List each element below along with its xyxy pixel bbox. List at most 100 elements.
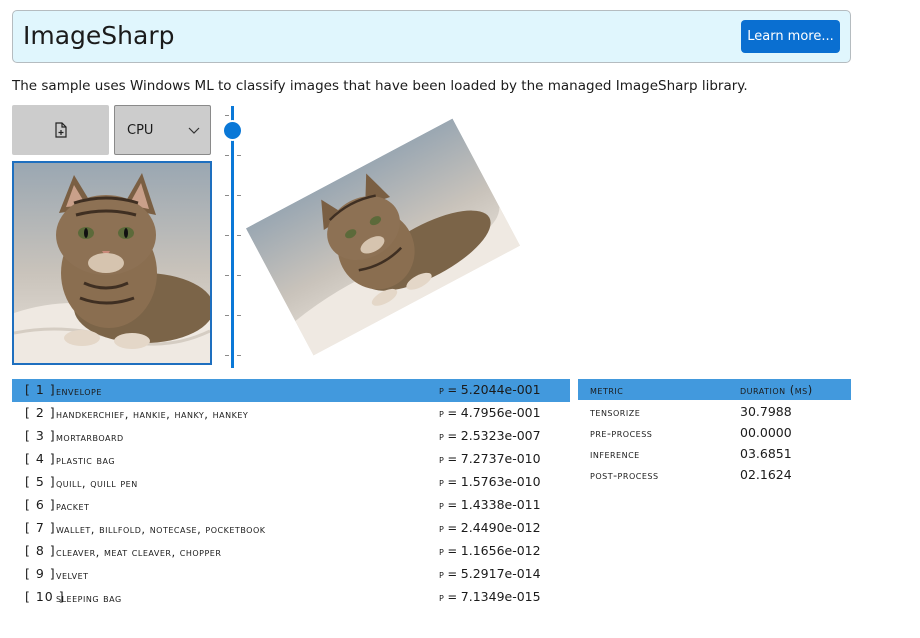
rotation-slider[interactable] — [222, 106, 246, 368]
metric-row: tensorize 30.7988 — [578, 400, 851, 421]
result-row[interactable]: [ 7 ] wallet, billfold, notecase, pocketb… — [12, 517, 570, 540]
prob-prefix: p = — [439, 452, 461, 466]
result-row[interactable]: [ 3 ] mortarboard p = 2.5323e-007 — [12, 425, 570, 448]
metric-duration: 00.0000 — [740, 425, 792, 440]
metric-column-header: metric — [590, 383, 624, 397]
result-label: plastic bag — [56, 453, 116, 467]
prob-value: 2.4490e-012 — [460, 520, 541, 535]
open-file-button[interactable] — [12, 105, 109, 155]
prob-prefix: p = — [439, 475, 461, 489]
prob-value: 1.4338e-011 — [460, 497, 541, 512]
slider-tick — [237, 195, 241, 196]
open-file-icon — [55, 122, 67, 138]
prob-prefix: p = — [439, 498, 461, 512]
result-probability: p = 1.5763e-010 — [439, 474, 541, 489]
result-rank: [ 6 ] — [25, 497, 56, 512]
slider-tick — [237, 235, 241, 236]
result-rank: [ 3 ] — [25, 428, 56, 443]
result-label: quill, quill pen — [56, 476, 138, 490]
slider-tick — [237, 315, 241, 316]
result-label: handkerchief, hankie, hanky, hankey — [56, 407, 249, 421]
result-row[interactable]: [ 6 ] packet p = 1.4338e-011 — [12, 494, 570, 517]
slider-tick — [237, 355, 241, 356]
result-rank: [ 4 ] — [25, 451, 56, 466]
tabby-cat-photo — [14, 163, 210, 363]
prob-prefix: p = — [439, 567, 461, 581]
result-probability: p = 1.4338e-011 — [439, 497, 541, 512]
device-select[interactable]: CPU — [114, 105, 211, 155]
result-rank: [ 9 ] — [25, 566, 56, 581]
duration-column-header: duration (ms) — [740, 383, 813, 397]
prob-prefix: p = — [439, 383, 461, 397]
result-probability: p = 7.1349e-015 — [439, 589, 541, 604]
result-label: velvet — [56, 568, 89, 582]
prob-value: 4.7956e-001 — [460, 405, 541, 420]
original-image — [12, 161, 212, 365]
prob-value: 1.5763e-010 — [460, 474, 541, 489]
result-probability: p = 2.5323e-007 — [439, 428, 541, 443]
slider-tick — [225, 235, 229, 236]
result-rank: [ 2 ] — [25, 405, 56, 420]
result-label: mortarboard — [56, 430, 124, 444]
result-label: envelope — [56, 384, 102, 398]
prob-prefix: p = — [439, 521, 461, 535]
result-probability: p = 4.7956e-001 — [439, 405, 541, 420]
metric-name: inference — [590, 448, 640, 461]
result-row[interactable]: [ 2 ] handkerchief, hankie, hanky, hankey… — [12, 402, 570, 425]
chevron-down-icon — [188, 127, 200, 134]
slider-tick — [225, 275, 229, 276]
result-label: sleeping bag — [56, 591, 122, 605]
metric-row: inference 03.6851 — [578, 442, 851, 463]
result-probability: p = 1.1656e-012 — [439, 543, 541, 558]
result-label: cleaver, meat cleaver, chopper — [56, 545, 222, 559]
result-label: packet — [56, 499, 90, 513]
result-row[interactable]: [ 8 ] cleaver, meat cleaver, chopper p = 1… — [12, 540, 570, 563]
prob-prefix: p = — [439, 544, 461, 558]
prob-value: 1.1656e-012 — [460, 543, 541, 558]
result-rank: [ 1 ] — [25, 382, 56, 397]
metric-row: pre-process 00.0000 — [578, 421, 851, 442]
metric-duration: 03.6851 — [740, 446, 792, 461]
result-rank: [ 7 ] — [25, 520, 56, 535]
slider-tick — [225, 315, 229, 316]
result-row[interactable]: [ 1 ] envelope p = 5.2044e-001 — [12, 379, 570, 402]
result-probability: p = 5.2044e-001 — [439, 382, 541, 397]
learn-more-button[interactable]: Learn more... — [741, 20, 840, 53]
metric-name: pre-process — [590, 427, 653, 440]
slider-thumb[interactable] — [222, 120, 243, 141]
result-row[interactable]: [ 10 ] sleeping bag p = 7.1349e-015 — [12, 586, 570, 609]
sample-description: The sample uses Windows ML to classify i… — [12, 78, 748, 94]
result-rank: [ 8 ] — [25, 543, 56, 558]
prob-value: 5.2917e-014 — [460, 566, 541, 581]
slider-tick — [237, 155, 241, 156]
metrics-table: metric duration (ms) tensorize 30.7988 pre… — [578, 379, 851, 484]
prob-value: 5.2044e-001 — [460, 382, 541, 397]
metric-name: post-process — [590, 469, 659, 482]
result-row[interactable]: [ 4 ] plastic bag p = 7.2737e-010 — [12, 448, 570, 471]
results-list: [ 1 ] envelope p = 5.2044e-001 [ 2 ] handker… — [12, 379, 570, 609]
prob-prefix: p = — [439, 406, 461, 420]
prob-value: 7.1349e-015 — [460, 589, 541, 604]
rotated-image — [245, 118, 521, 356]
result-probability: p = 7.2737e-010 — [439, 451, 541, 466]
slider-tick — [225, 155, 229, 156]
slider-tick — [225, 195, 229, 196]
result-row[interactable]: [ 9 ] velvet p = 5.2917e-014 — [12, 563, 570, 586]
metrics-header: metric duration (ms) — [578, 379, 851, 400]
prob-prefix: p = — [439, 590, 461, 604]
slider-tick — [237, 275, 241, 276]
result-label: wallet, billfold, notecase, pocketbook — [56, 522, 266, 536]
metric-duration: 02.1624 — [740, 467, 792, 482]
result-probability: p = 5.2917e-014 — [439, 566, 541, 581]
result-row[interactable]: [ 5 ] quill, quill pen p = 1.5763e-010 — [12, 471, 570, 494]
result-probability: p = 2.4490e-012 — [439, 520, 541, 535]
device-select-value: CPU — [127, 123, 154, 138]
slider-tick — [225, 355, 229, 356]
metric-duration: 30.7988 — [740, 404, 792, 419]
metric-row: post-process 02.1624 — [578, 463, 851, 484]
rotated-image-area — [245, 108, 521, 366]
app-header: ImageSharp Learn more... — [12, 10, 851, 63]
prob-value: 2.5323e-007 — [460, 428, 541, 443]
slider-track — [231, 106, 234, 368]
metric-name: tensorize — [590, 406, 641, 419]
